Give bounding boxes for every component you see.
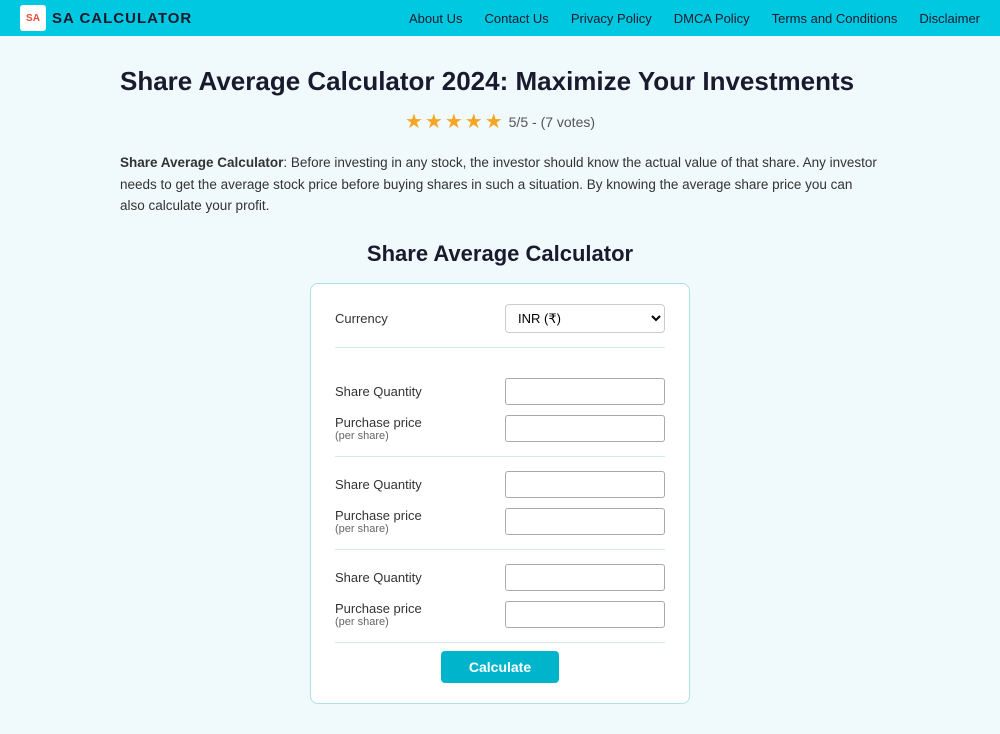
- quantity-input-2[interactable]: [505, 471, 665, 498]
- star-1: ★: [405, 109, 423, 134]
- quantity-input-1[interactable]: [505, 378, 665, 405]
- main-content: Share Average Calculator 2024: Maximize …: [100, 36, 900, 734]
- share-group-3: Share Quantity Purchase price (per share…: [335, 550, 665, 643]
- rating-row: ★ ★ ★ ★ ★ 5/5 - (7 votes): [120, 109, 880, 134]
- star-2: ★: [425, 109, 443, 134]
- quantity-row-1: Share Quantity: [335, 378, 665, 405]
- nav-dmca[interactable]: DMCA Policy: [674, 11, 750, 26]
- quantity-row-3: Share Quantity: [335, 564, 665, 591]
- site-header: SA SA CALCULATOR About Us Contact Us Pri…: [0, 0, 1000, 36]
- price-label-1: Purchase price (per share): [335, 415, 445, 442]
- price-sublabel-3: (per share): [335, 616, 445, 628]
- calculate-button[interactable]: Calculate: [441, 651, 559, 683]
- calculator-section-title: Share Average Calculator: [120, 241, 880, 267]
- logo-text: SA CALCULATOR: [52, 10, 192, 27]
- rating-score: 5/5 - (7 votes): [509, 114, 595, 130]
- price-input-3[interactable]: [505, 601, 665, 628]
- price-row-1: Purchase price (per share): [335, 415, 665, 442]
- price-label-3: Purchase price (per share): [335, 601, 445, 628]
- stars: ★ ★ ★ ★ ★: [405, 109, 503, 134]
- quantity-row-2: Share Quantity: [335, 471, 665, 498]
- price-row-2: Purchase price (per share): [335, 508, 665, 535]
- price-sublabel-1: (per share): [335, 430, 445, 442]
- main-nav: About Us Contact Us Privacy Policy DMCA …: [409, 11, 980, 26]
- quantity-label-3: Share Quantity: [335, 570, 445, 585]
- price-label-2: Purchase price (per share): [335, 508, 445, 535]
- quantity-input-3[interactable]: [505, 564, 665, 591]
- nav-disclaimer[interactable]: Disclaimer: [919, 11, 980, 26]
- button-row: Calculate: [335, 647, 665, 683]
- logo: SA SA CALCULATOR: [20, 5, 192, 31]
- description: Share Average Calculator: Before investi…: [120, 152, 880, 217]
- logo-icon: SA: [20, 5, 46, 31]
- share-group-1: Share Quantity Purchase price (per share…: [335, 364, 665, 457]
- page-title: Share Average Calculator 2024: Maximize …: [120, 66, 880, 97]
- price-sublabel-2: (per share): [335, 523, 445, 535]
- star-5: ★: [485, 109, 503, 134]
- calculator-card: Currency INR (₹) USD ($) EUR (€) GBP (£)…: [310, 283, 690, 704]
- nav-contact[interactable]: Contact Us: [485, 11, 549, 26]
- currency-select[interactable]: INR (₹) USD ($) EUR (€) GBP (£): [505, 304, 665, 333]
- price-row-3: Purchase price (per share): [335, 601, 665, 628]
- quantity-label-1: Share Quantity: [335, 384, 445, 399]
- nav-privacy[interactable]: Privacy Policy: [571, 11, 652, 26]
- star-4: ★: [465, 109, 483, 134]
- quantity-label-2: Share Quantity: [335, 477, 445, 492]
- currency-label: Currency: [335, 311, 435, 326]
- star-3: ★: [445, 109, 463, 134]
- price-input-2[interactable]: [505, 508, 665, 535]
- nav-about[interactable]: About Us: [409, 11, 462, 26]
- nav-terms[interactable]: Terms and Conditions: [772, 11, 898, 26]
- share-group-2: Share Quantity Purchase price (per share…: [335, 457, 665, 550]
- price-input-1[interactable]: [505, 415, 665, 442]
- currency-row: Currency INR (₹) USD ($) EUR (€) GBP (£): [335, 304, 665, 348]
